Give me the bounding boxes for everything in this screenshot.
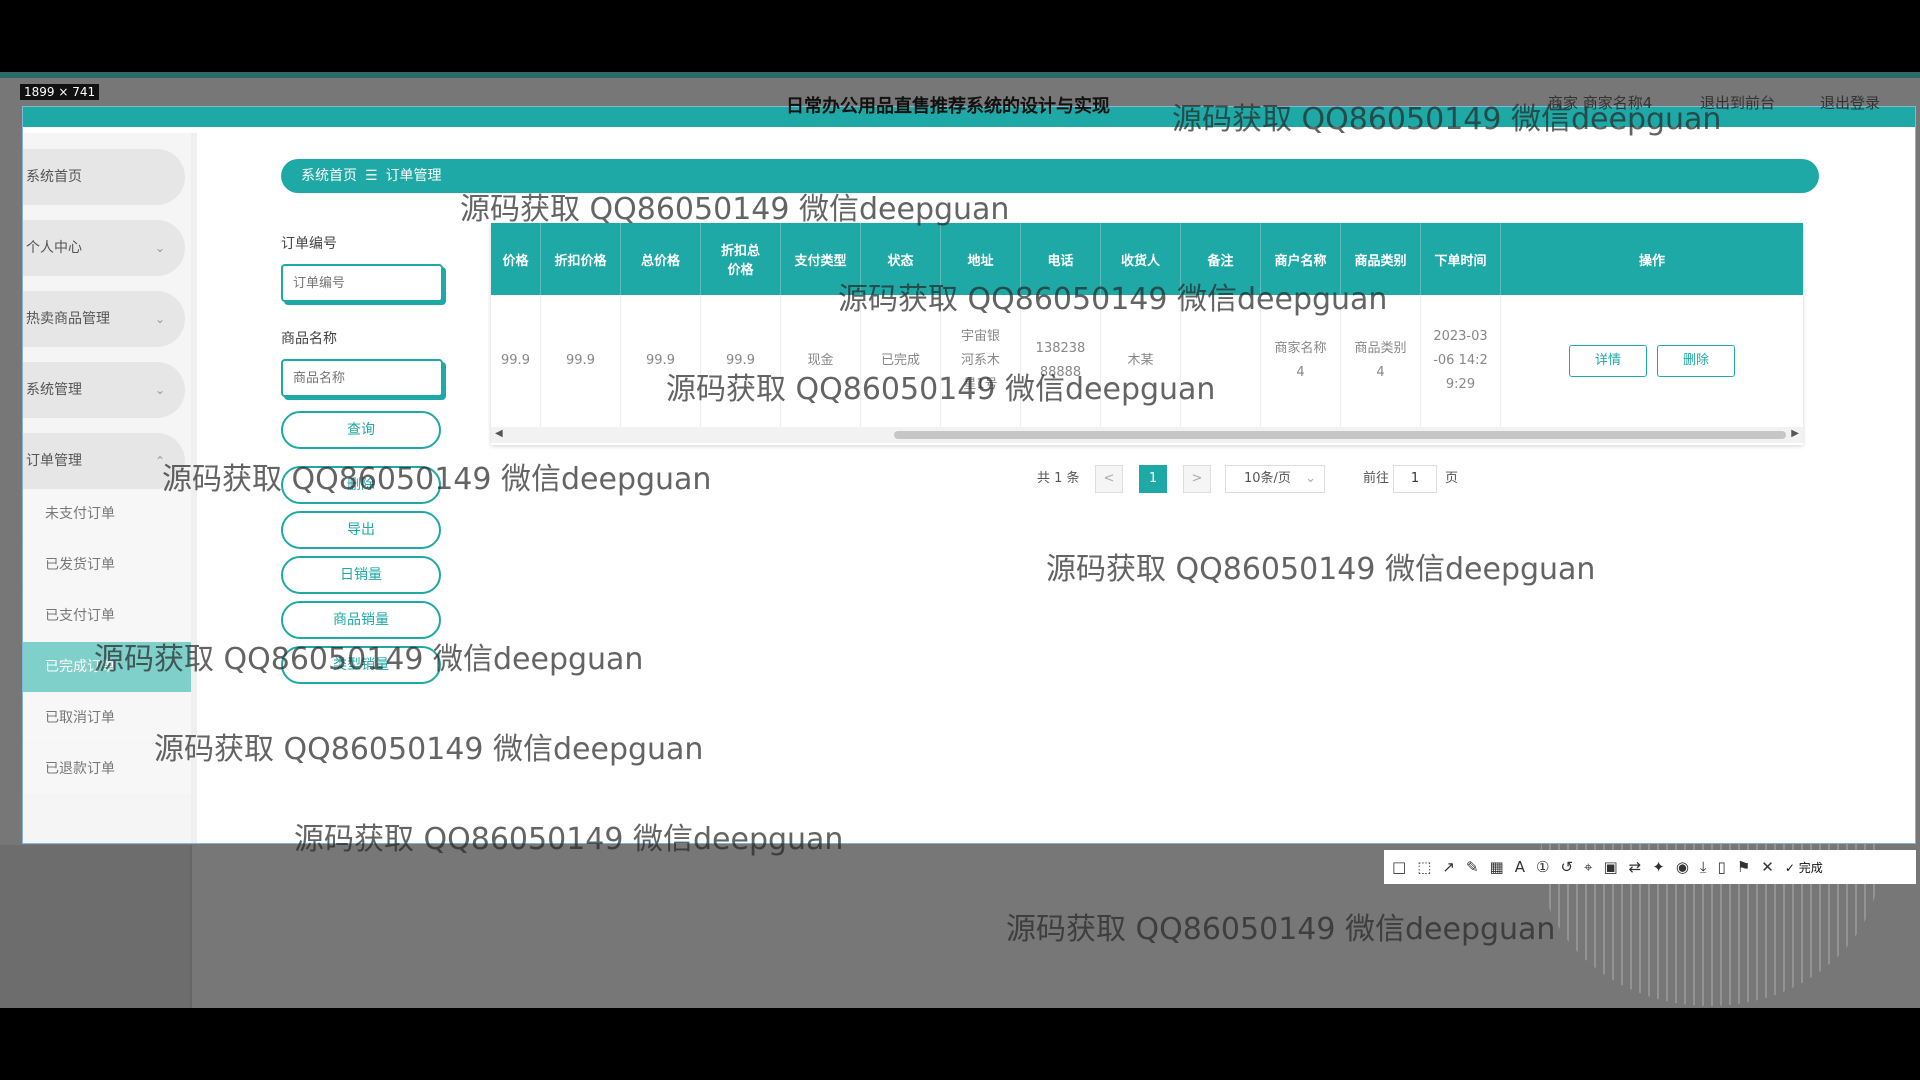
page-1-button[interactable]: 1 (1139, 465, 1167, 493)
detail-button[interactable]: 详情 (1569, 345, 1647, 377)
th-actions: 操作 (1638, 253, 1665, 269)
screen: 1899 × 741 系统首页 个人中心 ⌄ 热卖商品管理 ⌄ 系统管理 ⌄ 订… (0, 0, 1920, 1080)
top-letterbox (0, 0, 1920, 72)
cell-actions: 详情 删除 (1501, 295, 1803, 427)
watermark: 源码获取 QQ86050149 微信deepguan (294, 822, 844, 857)
th-order-time: 下单时间 (1421, 223, 1501, 295)
cell-order-time: 2023-03-06 14:29:29 (1421, 295, 1501, 427)
orders-table: 价格 折扣价格 总价格 折扣总价格 支付类型 状态 地址 电话 收货人 备注 商… (491, 223, 1803, 445)
done-button[interactable]: ✓ 完成 (1785, 859, 1823, 876)
th-discount-total: 折扣总价格 (701, 223, 781, 295)
text-icon[interactable]: A (1515, 858, 1525, 876)
scrollbar-thumb[interactable] (894, 431, 1786, 439)
translate-icon[interactable]: ⇄ (1629, 858, 1642, 876)
page-size-value: 10条/页 (1244, 471, 1291, 486)
goto-page-input[interactable]: 1 (1393, 465, 1437, 493)
record-icon[interactable]: ◉ (1676, 858, 1689, 876)
goto-label: 前往 (1363, 471, 1390, 486)
th-price: 价格 (491, 223, 541, 295)
pin2-icon[interactable]: ✦ (1652, 858, 1665, 876)
capture-size-tag: 1899 × 741 (20, 84, 100, 100)
sidebar-item-hot-products[interactable]: 热卖商品管理 ⌄ (23, 291, 185, 347)
watermark: 源码获取 QQ86050149 微信deepguan (460, 192, 1010, 227)
export-button[interactable]: 导出 (281, 511, 441, 549)
chevron-down-icon: ⌄ (154, 383, 165, 397)
undo-icon[interactable]: ↺ (1560, 858, 1573, 876)
watermark: 源码获取 QQ86050149 微信deepguan (94, 642, 644, 677)
sidebar-item-label: 系统首页 (26, 169, 82, 185)
save-icon[interactable]: ▯ (1718, 858, 1726, 876)
sidebar-item-profile[interactable]: 个人中心 ⌄ (23, 220, 185, 276)
app-title: 日常办公用品直售推荐系统的设计与实现 (786, 96, 1110, 117)
breadcrumb-home[interactable]: 系统首页 (301, 168, 357, 184)
page-suffix: 页 (1445, 471, 1459, 486)
submenu-shipped[interactable]: 已发货订单 (23, 540, 191, 590)
watermark: 源码获取 QQ86050149 微信deepguan (1172, 102, 1722, 137)
dimmed-sidebar (0, 845, 192, 1008)
mosaic-icon[interactable]: ▦ (1490, 858, 1504, 876)
bottom-letterbox (0, 1008, 1920, 1080)
horizontal-scrollbar[interactable]: ◀ ▶ (491, 427, 1803, 443)
th-discount-price: 折扣价格 (541, 223, 621, 295)
pen-icon[interactable]: ✎ (1466, 858, 1479, 876)
breadcrumb-current: 订单管理 (385, 168, 442, 184)
row-delete-button[interactable]: 删除 (1657, 345, 1735, 377)
sidebar-item-label: 热卖商品管理 (26, 311, 110, 327)
number-icon[interactable]: ① (1536, 858, 1549, 876)
ocr-icon[interactable]: ▣ (1603, 858, 1617, 876)
prev-page-button[interactable]: < (1095, 465, 1123, 493)
watermark: 源码获取 QQ86050149 微信deepguan (1006, 912, 1556, 947)
scroll-right-icon[interactable]: ▶ (1791, 428, 1799, 439)
th-total: 总价格 (621, 223, 701, 295)
chevron-down-icon: ⌄ (1305, 471, 1316, 486)
watermark: 源码获取 QQ86050149 微信deepguan (1046, 552, 1596, 587)
scroll-left-icon[interactable]: ◀ (495, 428, 503, 439)
sidebar-item-orders[interactable]: 订单管理 ⌃ (23, 433, 185, 489)
cancel-icon[interactable]: ✕ (1761, 858, 1774, 876)
sidebar-item-home[interactable]: 系统首页 (23, 149, 185, 205)
next-page-button[interactable]: > (1183, 465, 1211, 493)
sidebar-item-system[interactable]: 系统管理 ⌄ (23, 362, 185, 418)
pagination-total: 共 1 条 (1037, 471, 1080, 486)
watermark: 源码获取 QQ86050149 微信deepguan (666, 372, 1216, 407)
order-no-label: 订单编号 (281, 236, 337, 252)
sidebar-item-label: 个人中心 (26, 240, 82, 256)
download-icon[interactable]: ⤓ (1700, 858, 1707, 876)
select-icon[interactable]: ⬚ (1417, 858, 1431, 876)
query-button[interactable]: 查询 (281, 411, 441, 449)
arrow-icon[interactable]: ↗ (1442, 858, 1455, 876)
chevron-down-icon: ⌄ (154, 312, 165, 326)
chevron-down-icon: ⌄ (154, 241, 165, 255)
sidebar-item-label: 系统管理 (26, 382, 82, 398)
sidebar-item-label: 订单管理 (26, 453, 82, 469)
logout-link[interactable]: 退出登录 (1820, 92, 1880, 113)
watermark: 源码获取 QQ86050149 微信deepguan (838, 282, 1388, 317)
screenshot-toolbar: □ ⬚ ↗ ✎ ▦ A ① ↺ ⌖ ▣ ⇄ ✦ ◉ ⤓ ▯ ⚑ ✕ ✓ 完成 (1384, 850, 1916, 884)
rectangle-icon[interactable]: □ (1392, 858, 1406, 876)
cell-price: 99.9 (491, 295, 541, 427)
bookmark-icon[interactable]: ⚑ (1737, 858, 1750, 876)
page-size-select[interactable]: 10条/页 ⌄ (1225, 465, 1325, 493)
cell-discount-price: 99.9 (541, 295, 621, 427)
order-no-input[interactable] (281, 264, 443, 302)
watermark: 源码获取 QQ86050149 微信deepguan (162, 462, 712, 497)
pin-icon[interactable]: ⌖ (1584, 858, 1592, 876)
product-name-input[interactable] (281, 359, 443, 397)
product-name-label: 商品名称 (281, 331, 337, 347)
watermark: 源码获取 QQ86050149 微信deepguan (154, 732, 704, 767)
daily-sales-button[interactable]: 日销量 (281, 556, 441, 594)
breadcrumb-separator: ☰ (365, 168, 378, 184)
